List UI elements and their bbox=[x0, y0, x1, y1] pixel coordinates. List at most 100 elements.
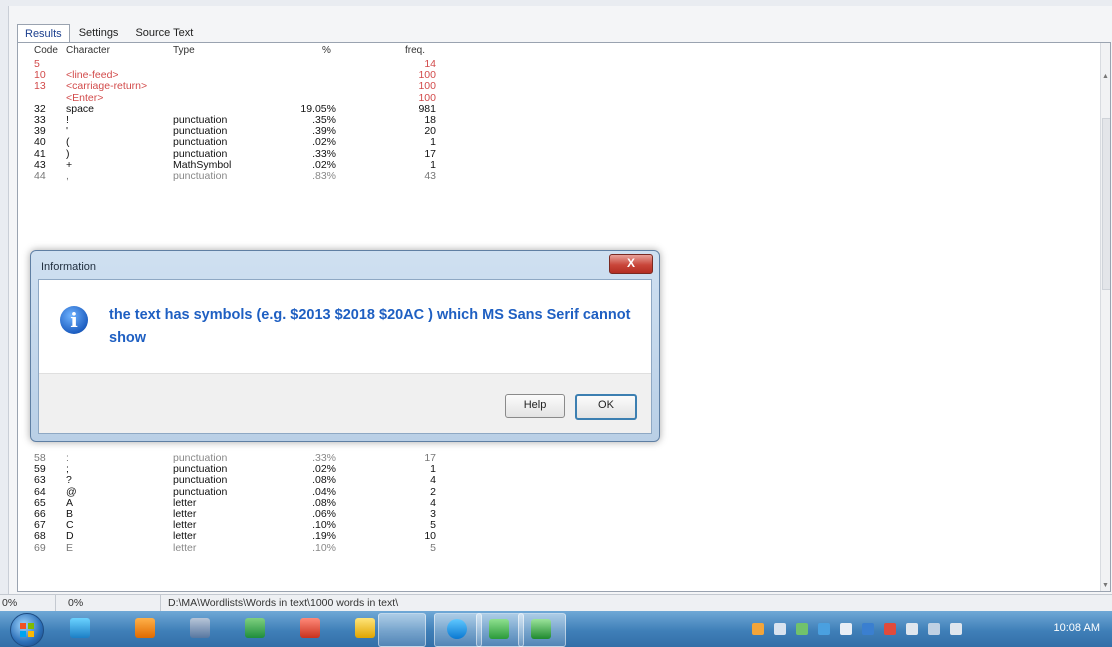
table-row[interactable]: 43 + MathSymbol .02% 1 bbox=[18, 159, 488, 171]
cell-pct: .04% bbox=[312, 485, 336, 498]
table-row[interactable]: 68 Dletter .19% 10 bbox=[18, 531, 488, 542]
col-code[interactable]: Code bbox=[34, 45, 58, 56]
taskbar-word-button[interactable] bbox=[476, 613, 524, 647]
paint-icon[interactable] bbox=[355, 618, 375, 638]
tray-icon[interactable] bbox=[906, 623, 918, 635]
table-row[interactable]: 59; punctuation .02% 1 bbox=[18, 464, 488, 475]
cell-freq: 2 bbox=[430, 485, 436, 498]
excel-icon[interactable] bbox=[245, 618, 265, 638]
taskbar-folder-button[interactable] bbox=[378, 613, 426, 647]
cell-type: letter bbox=[173, 530, 197, 543]
column-headers: Code Character Type % freq. bbox=[18, 45, 478, 59]
tray-icon[interactable] bbox=[818, 623, 830, 635]
cell-pct: .19% bbox=[312, 530, 336, 543]
tray-icon[interactable] bbox=[796, 623, 808, 635]
cell-freq: 43 bbox=[424, 170, 436, 182]
table-row[interactable]: 32 space 19.05% 981 bbox=[18, 102, 488, 115]
table-row[interactable]: 33! punctuation .35% 18 bbox=[18, 115, 488, 126]
cell-character: , bbox=[66, 170, 69, 182]
table-row[interactable]: 69 Eletter .10% 5 bbox=[18, 541, 488, 554]
dialog-close-button[interactable]: X bbox=[609, 254, 653, 274]
calculator-icon[interactable] bbox=[190, 618, 210, 638]
help-button[interactable]: Help bbox=[505, 394, 565, 418]
cell-pct: .10% bbox=[312, 541, 336, 554]
tray-icon[interactable] bbox=[774, 623, 786, 635]
tab-source-text[interactable]: Source Text bbox=[127, 23, 201, 42]
clock[interactable]: 10:08 AM bbox=[1054, 622, 1100, 634]
tab-settings[interactable]: Settings bbox=[71, 23, 127, 42]
tray-icon[interactable] bbox=[752, 623, 764, 635]
ie-icon[interactable] bbox=[70, 618, 90, 638]
table-row[interactable]: 41) punctuation .33% 17 bbox=[18, 147, 488, 160]
cell-code: 69 bbox=[34, 541, 46, 554]
cell-type: punctuation bbox=[173, 136, 228, 149]
scroll-thumb[interactable] bbox=[1102, 118, 1110, 290]
col-type[interactable]: Type bbox=[173, 45, 195, 56]
dialog-footer: Help OK bbox=[39, 373, 651, 433]
cell-type: punctuation bbox=[173, 485, 228, 498]
cell-pct: .83% bbox=[312, 170, 336, 182]
cell-code: 44 bbox=[34, 170, 46, 182]
cell-freq: 1 bbox=[430, 136, 436, 149]
cell-freq: 10 bbox=[424, 530, 436, 543]
status-divider bbox=[160, 595, 161, 611]
dialog-message: the text has symbols (e.g. $2013 $2018 $… bbox=[109, 307, 631, 346]
cell-type: letter bbox=[173, 541, 197, 554]
tray-icon[interactable] bbox=[840, 623, 852, 635]
table-row[interactable]: 66 Bletter .06% 3 bbox=[18, 509, 488, 520]
col-freq[interactable]: freq. bbox=[405, 45, 425, 56]
volume-icon[interactable] bbox=[950, 623, 962, 635]
table-row[interactable]: 44, punctuation .83% 43 bbox=[18, 171, 488, 182]
cell-freq: 4 bbox=[430, 474, 436, 487]
status-bar: 0% 0% D:\MA\Wordlists\Words in text\1000… bbox=[0, 594, 1112, 611]
table-row[interactable]: 63? punctuation .08% 4 bbox=[18, 475, 488, 486]
information-icon: i bbox=[60, 306, 88, 334]
cell-freq: 5 bbox=[430, 541, 436, 554]
tray-icon[interactable] bbox=[862, 623, 874, 635]
cell-character: @ bbox=[66, 485, 77, 498]
table-row[interactable]: 67 Cletter .10% 5 bbox=[18, 520, 488, 531]
taskbar-app-button[interactable] bbox=[518, 613, 566, 647]
col-character[interactable]: Character bbox=[66, 45, 110, 56]
tab-results[interactable]: Results bbox=[17, 24, 70, 43]
cell-character: <carriage-return> bbox=[66, 80, 148, 93]
cell-type: punctuation bbox=[173, 474, 228, 487]
cell-character: <Enter> bbox=[66, 91, 104, 104]
scroll-down-icon[interactable]: ▼ bbox=[1102, 582, 1109, 589]
cell-type: punctuation bbox=[173, 147, 228, 160]
tray-icon[interactable] bbox=[884, 623, 896, 635]
table-row[interactable]: 39 ' punctuation .39% 20 bbox=[18, 126, 488, 137]
table-row[interactable]: 40 (punctuation .02% 1 bbox=[18, 137, 488, 148]
skype-icon bbox=[447, 619, 467, 639]
cell-character: D bbox=[66, 530, 74, 543]
cell-code: 68 bbox=[34, 530, 46, 543]
app-icon bbox=[489, 619, 509, 639]
status-progress-2: 0% bbox=[68, 597, 84, 609]
taskbar: 10:08 AM bbox=[0, 611, 1112, 647]
cell-pct: .08% bbox=[312, 474, 336, 487]
table-row[interactable]: 65 Aletter .08% 4 bbox=[18, 497, 488, 509]
cell-code: 63 bbox=[34, 474, 46, 487]
windows-logo-icon bbox=[20, 623, 34, 637]
cell-pct: .33% bbox=[312, 147, 336, 160]
table-row[interactable]: 64 @ punctuation .04% 2 bbox=[18, 485, 488, 498]
dialog-title: Information bbox=[41, 261, 97, 273]
tab-bar: Results Settings Source Text bbox=[17, 20, 202, 43]
dialog-body: i the text has symbols (e.g. $2013 $2018… bbox=[38, 279, 652, 434]
media-player-icon[interactable] bbox=[135, 618, 155, 638]
scroll-up-icon[interactable]: ▲ bbox=[1102, 73, 1109, 80]
cell-character: E bbox=[66, 541, 74, 554]
app-icon bbox=[531, 619, 551, 639]
vertical-scrollbar[interactable]: ▲ ▼ bbox=[1100, 43, 1110, 591]
taskbar-skype-button[interactable] bbox=[434, 613, 482, 647]
start-button[interactable] bbox=[10, 613, 44, 647]
table-row[interactable]: 58: punctuation .33% 17 bbox=[18, 453, 488, 464]
cell-character: ( bbox=[66, 136, 70, 149]
col-pct[interactable]: % bbox=[322, 45, 331, 56]
table-row[interactable]: 13 <carriage-return> 100 bbox=[18, 81, 488, 92]
pdf-icon[interactable] bbox=[300, 618, 320, 638]
network-icon[interactable] bbox=[928, 623, 940, 635]
ok-button[interactable]: OK bbox=[575, 394, 637, 420]
information-dialog: Information X i the text has symbols (e.… bbox=[30, 250, 660, 442]
cell-character: space bbox=[66, 102, 95, 115]
